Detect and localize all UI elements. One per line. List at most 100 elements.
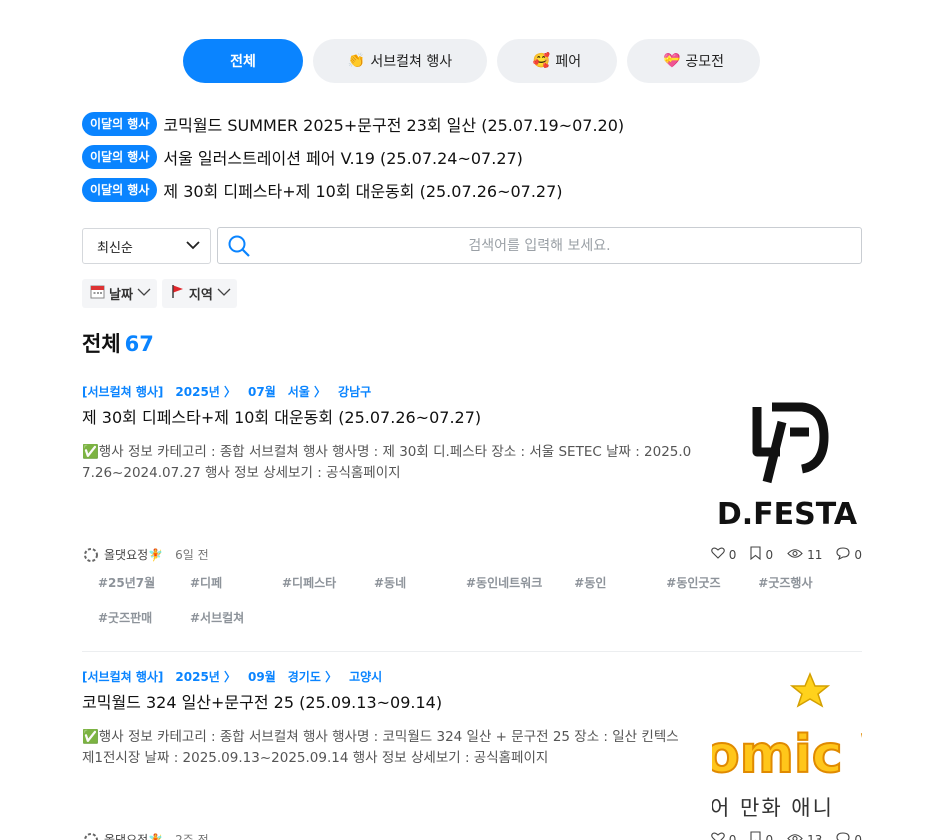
search-bar [217,227,862,264]
tab-subculture[interactable]: 👏 서브컬쳐 행사 [313,39,487,83]
tag-chip[interactable]: #디페스타 [266,566,358,601]
monthly-badge: 이달의 행사 [82,144,158,169]
thumbnail-logo-text: D.FESTA [717,497,858,532]
date-filter-button[interactable]: 날짜 [82,279,157,308]
tag-chip[interactable]: #동네 [358,566,450,601]
comment-stat[interactable]: 0 [836,831,862,840]
monthly-events: 이달의 행사 코믹월드 SUMMER 2025+문구전 23회 일산 (25.0… [82,107,624,206]
list-count: 67 [124,332,154,356]
tag-chip[interactable]: #25년7월 [82,566,174,601]
region-filter-button[interactable]: 지역 [161,279,237,308]
eye-icon [787,833,803,840]
heart-icon [710,547,725,562]
tag-chip[interactable]: #동인 [558,566,650,601]
bookmark-stat[interactable]: 0 [750,831,773,840]
like-stat[interactable]: 0 [710,546,737,563]
post-time: 6일 전 [175,548,209,562]
bookmark-count: 0 [765,832,774,840]
author-name[interactable]: 올댓요정🧚 [104,831,163,840]
eye-icon [787,548,803,562]
post-thumbnail[interactable]: omic W 어 만화 애니 [712,672,862,818]
tab-fair[interactable]: 🥰 페어 [497,39,617,83]
tab-all[interactable]: 전체 [183,39,303,83]
like-count: 0 [728,832,737,840]
post-stats: 0 0 11 0 [710,546,862,563]
calendar-icon [90,284,105,303]
chevron-down-icon [217,286,231,301]
monthly-badge: 이달의 행사 [82,111,158,136]
tag-chip[interactable]: #서브컬쳐 [174,601,266,636]
tab-label: 공모전 [685,54,725,70]
avatar[interactable] [82,832,100,840]
post-meta: 올댓요정🧚 2주 전 0 0 13 0 [82,831,862,840]
post-description: ✅행사 정보 카테고리 : 종합 서브컬쳐 행사 행사명 : 제 30회 디.페… [82,444,692,481]
crumb-year[interactable]: 2025년 〉 [175,668,236,685]
avatar[interactable] [82,547,100,563]
search-icon[interactable] [218,234,260,258]
crumb-district[interactable]: 강남구 [338,383,371,400]
tag-chip[interactable]: #동인네트워크 [450,566,558,601]
tag-list: #25년7월 #디페 #디페스타 #동네 #동인네트워크 #동인 #동인굿즈 #… [82,566,862,636]
monthly-event-title[interactable]: 코믹월드 SUMMER 2025+문구전 23회 일산 (25.07.19~07… [163,112,624,136]
tab-contest[interactable]: 💝 공모전 [627,39,760,83]
post-stats: 0 0 13 0 [710,831,862,840]
category-tabs: 전체 👏 서브컬쳐 행사 🥰 페어 💝 공모전 [183,39,760,83]
tag-chip[interactable]: #굿즈판매 [82,601,174,636]
divider [82,651,862,652]
bookmark-icon [750,831,761,840]
bookmark-count: 0 [765,547,774,562]
author-name[interactable]: 올댓요정🧚 [104,546,163,563]
thumbnail-subtext: 어 만화 애니 [712,796,834,818]
monthly-event-item[interactable]: 이달의 행사 코믹월드 SUMMER 2025+문구전 23회 일산 (25.0… [82,107,624,140]
post-card[interactable]: [서브컬쳐 행사] 2025년 〉 07월 서울 〉 강남구 제 30회 디페스… [82,383,862,643]
flag-icon [170,284,185,303]
list-count-heading: 전체 67 [82,328,154,358]
crumb-year[interactable]: 2025년 〉 [175,383,236,400]
crumb-category[interactable]: [서브컬쳐 행사] [82,383,163,400]
tab-label: 전체 [230,54,256,70]
sort-select[interactable]: 최신순 [82,228,211,264]
chevron-down-icon [186,239,200,254]
tab-label: 페어 [555,54,582,70]
clapping-hands-icon: 👏 [347,53,366,69]
filter-bar: 날짜 지역 [82,279,237,308]
filter-label: 날짜 [109,288,133,303]
comment-count: 0 [854,547,862,562]
tag-chip[interactable]: #동인굿즈 [650,566,742,601]
post-thumbnail[interactable]: D.FESTA [712,387,862,533]
monthly-event-item[interactable]: 이달의 행사 서울 일러스트레이션 페어 V.19 (25.07.24~07.2… [82,140,624,173]
heart-ribbon-icon: 💝 [662,53,681,69]
like-count: 0 [728,547,737,562]
crumb-category[interactable]: [서브컬쳐 행사] [82,668,163,685]
monthly-badge: 이달의 행사 [82,177,158,202]
filter-label: 지역 [188,288,213,303]
view-stat: 11 [787,546,822,563]
tab-label: 서브컬쳐 행사 [370,54,453,70]
monthly-event-title[interactable]: 서울 일러스트레이션 페어 V.19 (25.07.24~07.27) [163,145,523,169]
crumb-region[interactable]: 경기도 〉 [288,668,337,685]
like-stat[interactable]: 0 [710,831,737,840]
comment-count: 0 [854,832,862,840]
crumb-month[interactable]: 07월 [248,383,276,400]
comment-stat[interactable]: 0 [836,546,862,563]
smiling-face-hearts-icon: 🥰 [532,53,551,69]
crumb-region[interactable]: 서울 〉 [288,383,326,400]
crumb-district[interactable]: 고양시 [349,668,382,685]
comment-icon [836,831,850,840]
search-input[interactable] [260,237,861,254]
monthly-event-item[interactable]: 이달의 행사 제 30회 디페스타+제 10회 대운동회 (25.07.26~0… [82,173,624,206]
view-count: 13 [807,832,823,840]
post-meta: 올댓요정🧚 6일 전 0 0 11 0 [82,546,862,563]
comment-icon [836,546,850,563]
sort-value: 최신순 [97,240,133,256]
bookmark-icon [750,546,761,563]
tag-chip[interactable]: #디페 [174,566,266,601]
monthly-event-title[interactable]: 제 30회 디페스타+제 10회 대운동회 (25.07.26~07.27) [163,178,562,202]
heart-icon [710,832,725,840]
crumb-month[interactable]: 09월 [248,668,276,685]
view-count: 11 [807,547,823,562]
tag-chip[interactable]: #굿즈행사 [742,566,834,601]
post-card[interactable]: [서브컬쳐 행사] 2025년 〉 09월 경기도 〉 고양시 코믹월드 324… [82,668,862,840]
chevron-down-icon [137,286,151,301]
bookmark-stat[interactable]: 0 [750,546,773,563]
